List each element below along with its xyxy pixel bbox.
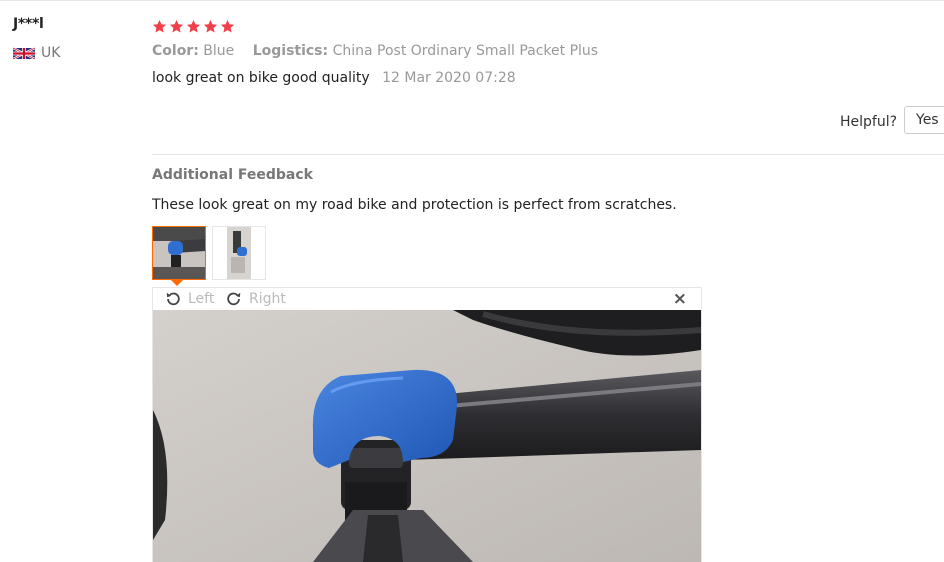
rotate-left-icon: [166, 292, 180, 306]
rotate-right-label: Right: [249, 291, 286, 307]
section-divider: [152, 154, 944, 155]
color-label: Color:: [152, 43, 199, 59]
photo-thumbnail-1-image: [153, 227, 205, 279]
star-icon: [203, 19, 218, 32]
photo-thumbnail-2-image: [213, 227, 265, 279]
review-photo-large: [153, 310, 701, 562]
review-date: 12 Mar 2020 07:28: [382, 70, 516, 86]
photo-thumbnail-1[interactable]: [152, 226, 206, 280]
reviewer-info: J***l UK: [13, 16, 60, 61]
additional-feedback-text: These look great on my road bike and pro…: [152, 197, 677, 213]
rotate-right-button[interactable]: Right: [225, 290, 286, 308]
rotate-right-icon: [227, 292, 241, 306]
star-rating: [152, 16, 235, 36]
review-photo: [153, 310, 701, 562]
thumbnail-pointer: [171, 280, 183, 286]
rotate-left-button[interactable]: Left: [164, 290, 214, 308]
logistics-value: China Post Ordinary Small Packet Plus: [332, 43, 599, 59]
country-label: UK: [41, 45, 61, 61]
star-icon: [220, 19, 235, 32]
top-divider: [0, 0, 944, 1]
photo-thumbnail-2[interactable]: [212, 226, 266, 280]
star-icon: [169, 19, 184, 32]
reviewer-name: J***l: [13, 16, 44, 32]
review-comment: look great on bike good quality 12 Mar 2…: [152, 70, 516, 86]
close-icon[interactable]: ×: [673, 289, 687, 309]
star-icon: [152, 19, 167, 32]
viewer-toolbar: Left Right ×: [153, 288, 701, 310]
image-viewer: Left Right ×: [152, 287, 702, 562]
review-text: look great on bike good quality: [152, 70, 370, 86]
uk-flag-icon: [13, 46, 35, 60]
additional-feedback-title: Additional Feedback: [152, 167, 313, 183]
star-icon: [186, 19, 201, 32]
helpful-label: Helpful?: [840, 114, 898, 130]
color-value: Blue: [203, 43, 235, 59]
reviewer-country: UK: [13, 45, 60, 61]
rotate-left-label: Left: [188, 291, 215, 307]
order-meta: Color: Blue Logistics: China Post Ordina…: [152, 43, 612, 59]
helpful-yes-button[interactable]: Yes (: [904, 106, 944, 134]
logistics-label: Logistics:: [252, 43, 329, 59]
